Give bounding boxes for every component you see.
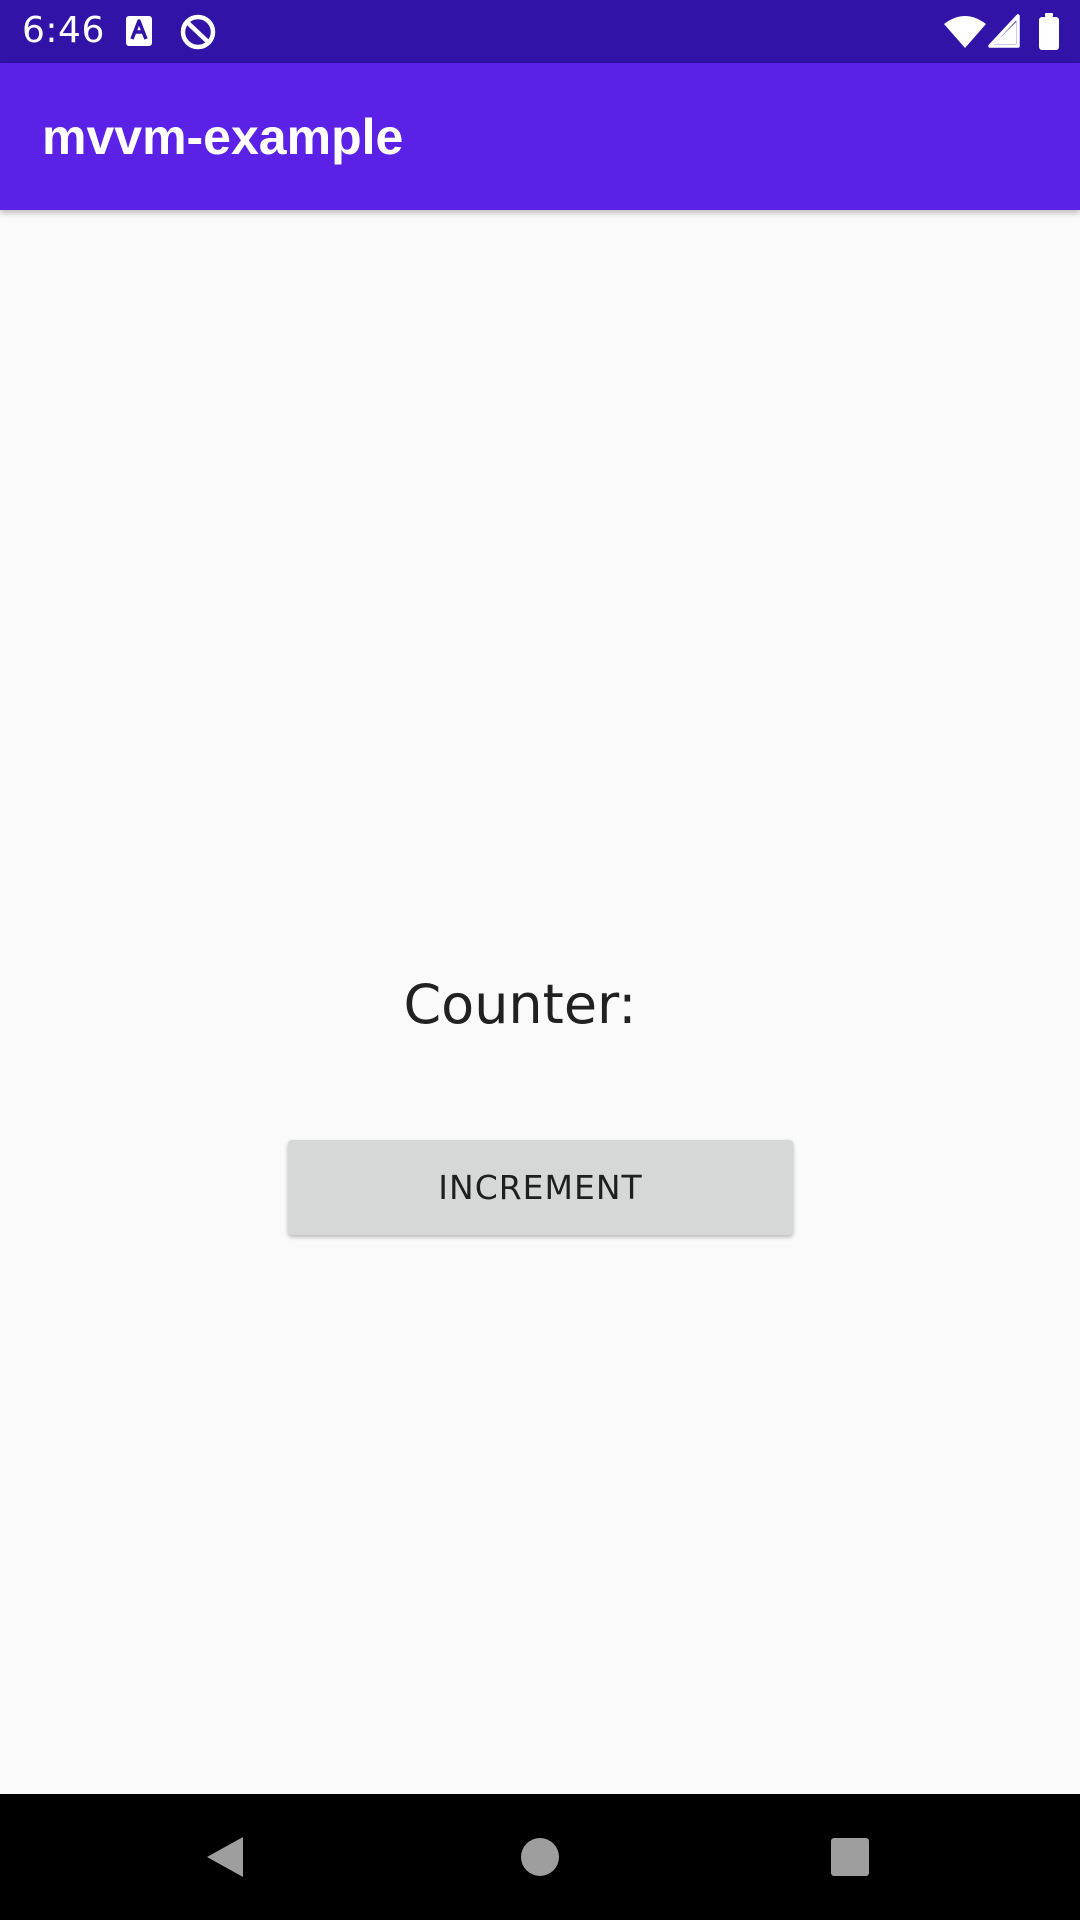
nav-home-button[interactable] bbox=[450, 1794, 630, 1920]
nav-back-button[interactable] bbox=[135, 1794, 315, 1920]
nav-recents-button[interactable] bbox=[760, 1794, 940, 1920]
app-title: mvvm-example bbox=[42, 109, 404, 165]
text-a-notification-icon bbox=[126, 16, 152, 46]
main-content: Counter: INCREMENT bbox=[0, 210, 1080, 1794]
battery-icon bbox=[1039, 13, 1059, 50]
signal-icon bbox=[988, 14, 1020, 48]
back-icon bbox=[207, 1837, 243, 1877]
wifi-icon bbox=[944, 16, 986, 48]
data-saver-icon bbox=[180, 14, 216, 50]
home-icon bbox=[521, 1838, 559, 1876]
status-time: 6:46 bbox=[22, 10, 105, 51]
navigation-bar bbox=[0, 1794, 1080, 1920]
recents-icon bbox=[831, 1838, 869, 1876]
status-bar: 6:46 bbox=[0, 0, 1080, 63]
counter-label: Counter: bbox=[403, 973, 637, 1036]
app-bar: mvvm-example bbox=[0, 63, 1080, 210]
increment-button[interactable]: INCREMENT bbox=[288, 1140, 793, 1235]
